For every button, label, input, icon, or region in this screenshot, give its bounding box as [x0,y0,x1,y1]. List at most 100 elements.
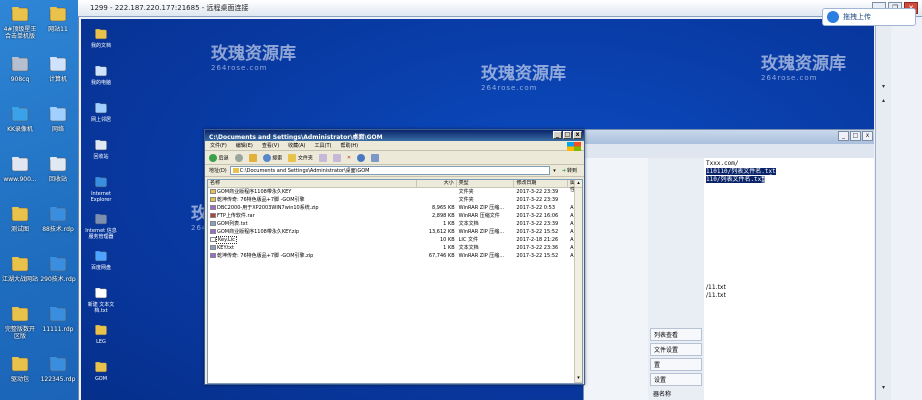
desktop-icon[interactable]: 计算机 [40,54,76,83]
file-date: 2017-3-22 16:06 [516,213,559,219]
remote-desktop-icon[interactable]: Internet 信息服务管理器 [83,212,119,240]
up-button[interactable] [248,153,257,162]
desktop-icon[interactable]: 88技术.rdp [40,204,76,233]
address-dropdown-icon[interactable]: ▾ [553,168,556,174]
search-button[interactable]: 搜索 [262,153,282,162]
bg-minimize-button[interactable]: _ [838,131,849,141]
file-row[interactable]: KEY.txt 1 KB 文本文档 2017-3-22 23:36 A [208,244,582,252]
desktop-icon[interactable]: 测试图 [2,204,38,233]
column-header-name[interactable]: 名称 [208,180,417,187]
menu-item[interactable]: 文件(F) [210,142,227,149]
file-row[interactable]: GOM列表.txt 1 KB 文本文档 2017-3-22 23:39 A [208,220,582,228]
folder-icon [10,4,30,24]
remote-desktop-icon-label: Internet Explorer [90,191,112,203]
explorer-minimize-button[interactable]: _ [553,131,562,139]
background-window-titlebar[interactable]: _ □ x [584,130,874,144]
desktop-icon[interactable]: 122345.rdp [40,354,76,383]
explorer-maximize-button[interactable]: □ [563,131,572,139]
background-window-text-area[interactable]: Txxx.com/ 110110/列表文件名.txt 110/列表文件名.txt… [704,158,874,400]
column-header-date[interactable]: 修改日期 [514,180,569,187]
side-button-set[interactable]: 置 [650,358,702,371]
column-header-type[interactable]: 类型 [457,180,515,187]
desktop-icon[interactable]: 驱动包 [2,354,38,383]
file-row[interactable]: 乾坤传奇: 76特色版品+7脚 -GOM引擎 文件夹 2017-3-22 23:39 [208,196,582,204]
background-window[interactable]: _ □ x 列表查看 文件设置 置 设置 器名称 Txxx.com/ 11011… [583,129,874,400]
desktop-icon[interactable]: KK录像机 [2,104,38,133]
remote-desktop-icon[interactable]: 回收站 [83,138,119,160]
folders-button[interactable]: 文件夹 [288,153,313,162]
address-input[interactable]: C:\Documents and Settings\Administrator\… [229,166,551,175]
copy-to-button[interactable] [332,153,341,162]
desktop-icon[interactable]: 网络 [40,104,76,133]
desktop-icon[interactable]: 11111.rdp [40,304,76,333]
remote-desktop-icon[interactable]: 我的电脑 [83,64,119,86]
file-row[interactable]: 乾坤传奇: 76特色版品+7脚 -GOM引擎.zip 67,746 KB WinRA… [208,252,582,260]
undo-button[interactable] [357,153,366,162]
remote-desktop-titlebar[interactable]: 1299 - 222.187.220.177:21685 - 远程桌面连接 — … [78,0,922,17]
desktop-icon[interactable]: 4#顶级星王 合击单机版 [2,4,38,40]
delete-button[interactable]: ✕ [347,155,351,161]
file-name: FTP上传软件.rar [208,212,417,220]
watermark: 玫瑰资源库264rose.com [481,64,566,92]
file-list-scrollbar[interactable]: ▴ ▾ [574,180,582,383]
bg-maximize-button[interactable]: □ [850,131,861,141]
copy-to-icon [332,153,341,162]
column-header-size[interactable]: 大小 [417,180,457,187]
go-button[interactable]: ➜ 转到 [559,167,580,175]
file-row[interactable]: DBC2000-用于XP2003WIN7win10系统.zip 8,965 KB W… [208,204,582,212]
file-row[interactable]: GOM商业版程序1108带永久KEY.zip 13,612 KB WinRAR ZI… [208,228,582,236]
desktop-icon[interactable]: 完整版数开 区版 [2,304,38,340]
menu-item[interactable]: 查看(V) [262,142,279,149]
remote-desktop-icon[interactable]: LEG [83,323,119,345]
side-button-settings[interactable]: 设置 [650,373,702,386]
scroll-down-icon[interactable]: ▾ [575,375,582,383]
desktop-icon[interactable]: www.900... [2,154,38,183]
side-button-list-view[interactable]: 列表查看 [650,328,702,341]
menu-item[interactable]: 帮助(H) [340,142,358,149]
menu-item[interactable]: 收藏(A) [288,142,305,149]
remote-desktop-icon[interactable]: 百度网盘 [83,249,119,271]
scroll-up-icon[interactable]: ▴ [878,97,889,107]
remote-desktop[interactable]: GOM LEG 新建 文本文档.txt 百度网盘 Internet 信息服务管理器 Int… [81,19,874,400]
views-button[interactable] [371,153,380,162]
file-list[interactable]: 名称 大小 类型 修改日期 属性 GOM商业版程序1108带永久KEY 文件夹 20… [207,179,583,384]
watermark: 玫瑰资源库264rose.com [211,44,296,72]
move-to-icon [318,153,327,162]
desktop-icon-label: KK录像机 [7,126,33,133]
camera-icon [10,104,30,124]
remote-desktop-icon[interactable]: 我的文档 [83,27,119,49]
file-row[interactable]: Key.Lic 10 KB LIC 文件 2017-2-18 21:26 A [208,236,582,244]
scroll-down-icon[interactable]: ▾ [878,384,889,394]
desktop-icon[interactable]: 908cq [2,54,38,83]
remote-desktop-icon[interactable]: GOM [83,360,119,382]
side-button-file-settings[interactable]: 文件设置 [650,343,702,356]
explorer-titlebar[interactable]: C:\Documents and Settings\Administrator\… [205,130,584,141]
desktop-icon[interactable]: 290技术.rdp [40,254,76,283]
menu-item[interactable]: 编辑(E) [236,142,253,149]
bg-close-button[interactable]: x [862,131,873,141]
scroll-down-icon[interactable]: ▾ [878,83,889,93]
remote-desktop-icon[interactable]: 新建 文本文档.txt [83,286,119,314]
desktop-icon[interactable]: 回收站 [40,154,76,183]
move-to-button[interactable] [318,153,327,162]
desktop-icon[interactable]: 江湖大战网站 [2,254,38,283]
scroll-up-icon[interactable]: ▴ [575,180,582,188]
remote-desktop-scrollbar[interactable]: ▴ ▾ ▴ ▾ [875,19,891,400]
remote-desktop-icon[interactable]: 网上邻居 [83,101,119,123]
file-name: 乾坤传奇: 76特色版品+7脚 -GOM引擎 [208,196,417,204]
folder-icon [48,4,68,24]
desktop-icon[interactable]: 网站11 [40,4,76,33]
file-size: 2,898 KB [432,213,455,219]
back-button[interactable]: 后退 [209,153,229,162]
explorer-close-button[interactable]: x [573,131,582,139]
forward-button[interactable] [234,153,243,162]
file-row[interactable]: GOM商业版程序1108带永久KEY 文件夹 2017-3-22 23:39 [208,188,582,196]
remote-desktop-icon[interactable]: Internet Explorer [83,175,119,203]
file-row[interactable]: FTP上传软件.rar 2,898 KB WinRAR 压缩文件 2017-3-22 … [208,212,582,220]
file-date: 2017-3-22 15:52 [516,229,559,235]
upload-pin-toolbar[interactable]: 拖拽上传 [822,8,916,26]
folder-icon [10,254,30,274]
explorer-window[interactable]: C:\Documents and Settings\Administrator\… [204,129,585,385]
menu-item[interactable]: 工具(T) [315,142,332,149]
go-arrow-icon: ➜ [561,167,566,174]
